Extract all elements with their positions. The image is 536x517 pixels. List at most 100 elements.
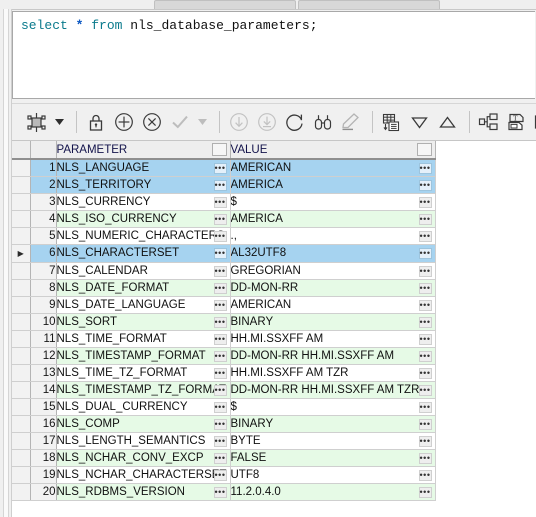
cell-expand-icon[interactable]: •••: [418, 213, 432, 225]
row-indicator-cell[interactable]: [12, 159, 31, 177]
cell-expand-icon[interactable]: •••: [213, 299, 227, 311]
value-cell[interactable]: AMERICAN •••: [230, 296, 436, 314]
header-parameter[interactable]: PARAMETER: [56, 141, 231, 160]
table-row[interactable]: 9 NLS_DATE_LANGUAGE ••• AMERICAN •••: [12, 296, 436, 314]
cell-expand-icon[interactable]: •••: [213, 401, 227, 413]
row-indicator-cell[interactable]: [12, 466, 31, 484]
row-number-cell[interactable]: 9: [30, 296, 57, 314]
cell-expand-icon[interactable]: •••: [213, 452, 227, 464]
cell-expand-icon[interactable]: •••: [418, 435, 432, 447]
table-row[interactable]: 7 NLS_CALENDAR ••• GREGORIAN •••: [12, 262, 436, 280]
cell-expand-icon[interactable]: •••: [213, 265, 227, 277]
parameter-cell[interactable]: NLS_TIMESTAMP_TZ_FORMAT •••: [56, 381, 231, 399]
row-number-cell[interactable]: 1: [30, 159, 57, 177]
text-export-icon[interactable]: T: [504, 110, 529, 135]
row-number-cell[interactable]: 3: [30, 193, 57, 211]
value-cell[interactable]: HH.MI.SSXFF AM •••: [230, 330, 436, 348]
parameter-cell[interactable]: NLS_CURRENCY •••: [56, 193, 231, 211]
row-indicator-cell[interactable]: [12, 330, 31, 348]
cell-expand-icon[interactable]: •••: [213, 230, 227, 242]
row-indicator-cell[interactable]: [12, 449, 31, 467]
row-indicator-cell[interactable]: [12, 364, 31, 382]
value-cell[interactable]: ., •••: [230, 227, 436, 245]
table-row[interactable]: 20 NLS_RDBMS_VERSION ••• 11.2.0.4.0 •••: [12, 483, 436, 501]
value-cell[interactable]: DD-MON-RR •••: [230, 279, 436, 297]
parameter-cell[interactable]: NLS_TIME_TZ_FORMAT •••: [56, 364, 231, 382]
cell-expand-icon[interactable]: •••: [213, 469, 227, 481]
row-number-cell[interactable]: 6: [30, 244, 57, 263]
table-row[interactable]: 15 NLS_DUAL_CURRENCY ••• $ •••: [12, 398, 436, 416]
row-number-cell[interactable]: 10: [30, 313, 57, 331]
row-number-cell[interactable]: 5: [30, 227, 57, 245]
add-row-icon[interactable]: [111, 110, 136, 135]
parameter-cell[interactable]: NLS_TIME_FORMAT •••: [56, 330, 231, 348]
row-indicator-cell[interactable]: [12, 313, 31, 331]
parameter-cell[interactable]: NLS_NCHAR_CONV_EXCP •••: [56, 449, 231, 467]
value-cell[interactable]: UTF8 •••: [230, 466, 436, 484]
parameter-cell[interactable]: NLS_NUMERIC_CHARACTERS •••: [56, 227, 231, 245]
parameter-cell[interactable]: NLS_COMP •••: [56, 415, 231, 433]
row-number-cell[interactable]: 15: [30, 398, 57, 416]
cell-expand-icon[interactable]: •••: [213, 316, 227, 328]
row-number-cell[interactable]: 8: [30, 279, 57, 297]
header-value[interactable]: VALUE: [230, 141, 436, 160]
row-indicator-cell[interactable]: [12, 279, 31, 297]
cell-expand-icon[interactable]: •••: [418, 384, 432, 396]
refresh-icon[interactable]: [282, 110, 307, 135]
parameter-cell[interactable]: NLS_DATE_LANGUAGE •••: [56, 296, 231, 314]
cell-expand-icon[interactable]: •••: [418, 196, 432, 208]
table-row[interactable]: 13 NLS_TIME_TZ_FORMAT ••• HH.MI.SSXFF AM TZ…: [12, 364, 436, 382]
cell-expand-icon[interactable]: •••: [418, 179, 432, 191]
cell-expand-icon[interactable]: •••: [213, 196, 227, 208]
cell-expand-icon[interactable]: •••: [213, 435, 227, 447]
freeze-grid-icon[interactable]: [24, 110, 49, 135]
cell-expand-icon[interactable]: •••: [213, 418, 227, 430]
row-number-cell[interactable]: 7: [30, 262, 57, 280]
chevron-down-icon[interactable]: [52, 110, 66, 135]
cell-expand-icon[interactable]: •••: [418, 247, 432, 259]
parameter-cell[interactable]: NLS_DATE_FORMAT •••: [56, 279, 231, 297]
row-indicator-cell[interactable]: ▶: [12, 244, 31, 263]
parameter-cell[interactable]: NLS_CALENDAR •••: [56, 262, 231, 280]
hierarchy-icon[interactable]: [476, 110, 501, 135]
header-value-filter[interactable]: [416, 143, 432, 156]
results-grid[interactable]: PARAMETER VALUE 1 NLS_LANGUAGE ••• AMERICAN…: [12, 141, 536, 517]
editor-tab-2[interactable]: [298, 0, 440, 9]
row-number-cell[interactable]: 16: [30, 415, 57, 433]
cell-expand-icon[interactable]: •••: [418, 486, 432, 498]
row-number-cell[interactable]: 18: [30, 449, 57, 467]
row-number-cell[interactable]: 13: [30, 364, 57, 382]
value-cell[interactable]: BYTE •••: [230, 432, 436, 450]
cell-expand-icon[interactable]: •••: [213, 179, 227, 191]
header-parameter-filter[interactable]: [211, 143, 227, 156]
row-number-cell[interactable]: 12: [30, 347, 57, 365]
row-indicator-cell[interactable]: [12, 176, 31, 194]
table-row[interactable]: 8 NLS_DATE_FORMAT ••• DD-MON-RR •••: [12, 279, 436, 297]
table-row[interactable]: 4 NLS_ISO_CURRENCY ••• AMERICA •••: [12, 210, 436, 228]
cell-expand-icon[interactable]: •••: [418, 163, 432, 174]
cell-expand-icon[interactable]: •••: [418, 230, 432, 242]
table-row[interactable]: 14 NLS_TIMESTAMP_TZ_FORMAT ••• DD-MON-RR HH…: [12, 381, 436, 399]
value-cell[interactable]: $ •••: [230, 398, 436, 416]
cell-expand-icon[interactable]: •••: [418, 418, 432, 430]
cell-expand-icon[interactable]: •••: [418, 452, 432, 464]
row-indicator-cell[interactable]: [12, 347, 31, 365]
cell-expand-icon[interactable]: •••: [418, 469, 432, 481]
row-number-cell[interactable]: 14: [30, 381, 57, 399]
table-row[interactable]: ▶ 6 NLS_CHARACTERSET ••• AL32UTF8 •••: [12, 244, 436, 263]
parameter-cell[interactable]: NLS_ISO_CURRENCY •••: [56, 210, 231, 228]
row-number-cell[interactable]: 11: [30, 330, 57, 348]
editor-tab-1[interactable]: [154, 0, 296, 9]
value-cell[interactable]: AL32UTF8 •••: [230, 244, 436, 263]
value-cell[interactable]: HH.MI.SSXFF AM TZR •••: [230, 364, 436, 382]
parameter-cell[interactable]: NLS_LENGTH_SEMANTICS •••: [56, 432, 231, 450]
cell-expand-icon[interactable]: •••: [418, 265, 432, 277]
table-row[interactable]: 16 NLS_COMP ••• BINARY •••: [12, 415, 436, 433]
cell-expand-icon[interactable]: •••: [213, 213, 227, 225]
value-cell[interactable]: BINARY •••: [230, 313, 436, 331]
lock-icon[interactable]: [83, 110, 108, 135]
parameter-cell[interactable]: NLS_TERRITORY •••: [56, 176, 231, 194]
row-indicator-cell[interactable]: [12, 432, 31, 450]
cell-expand-icon[interactable]: •••: [213, 247, 227, 259]
row-indicator-cell[interactable]: [12, 227, 31, 245]
